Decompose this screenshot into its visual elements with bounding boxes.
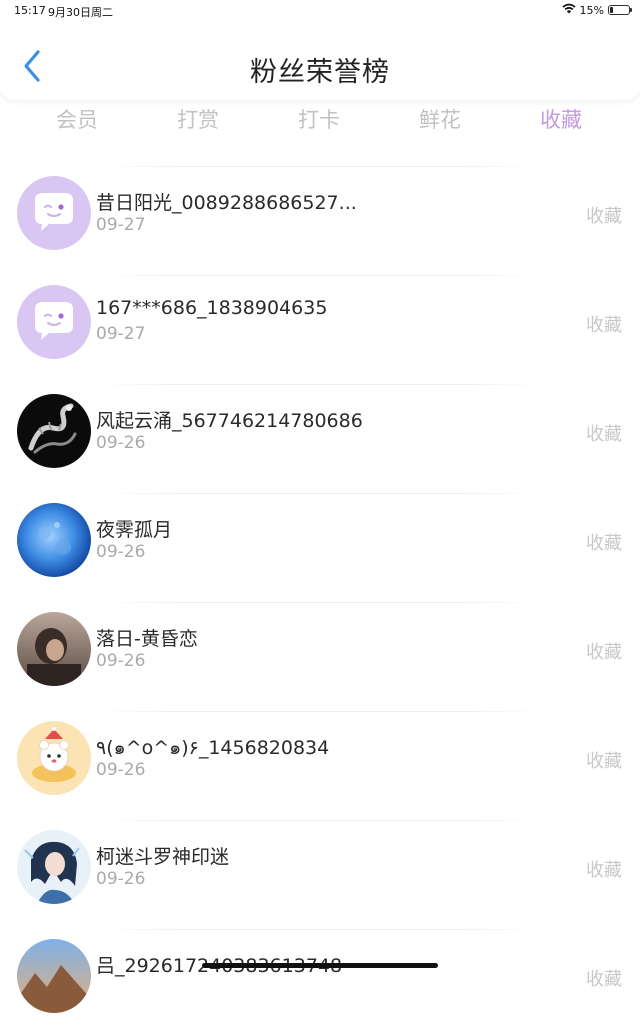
favorite-label: 收藏	[586, 424, 622, 445]
list-item[interactable]: 167***686_1838904635 09-27 收藏	[0, 267, 640, 376]
wifi-icon	[561, 3, 576, 17]
dragon-avatar	[17, 394, 91, 468]
tab-check-in[interactable]: 打卡	[259, 104, 379, 134]
status-bar: 15:17 9月30日周二 15%	[0, 0, 640, 20]
fan-date: 09-26	[96, 869, 146, 889]
list-item[interactable]: 昔日阳光_0089288686527... 09-27 收藏	[0, 158, 640, 267]
divider	[96, 929, 544, 930]
status-indicators: 15%	[561, 3, 632, 17]
fan-date: 09-27	[96, 215, 146, 235]
fan-name: 昔日阳光_0089288686527...	[96, 192, 357, 214]
fan-name: 167***686_1838904635	[96, 297, 328, 319]
divider	[96, 166, 544, 167]
page-title: 粉丝荣誉榜	[250, 57, 390, 88]
tab-membership[interactable]: 会员	[17, 104, 137, 134]
battery-level	[610, 7, 613, 13]
tab-bar: 会员 打赏 打卡 鲜花 收藏	[0, 104, 640, 144]
purple-chat-bubble-avatar	[17, 176, 91, 250]
status-date: 9月30日周二	[48, 6, 113, 19]
divider	[96, 493, 544, 494]
tab-favorites[interactable]: 收藏	[501, 104, 621, 134]
list-item[interactable]: 夜霁孤月 09-26 收藏	[0, 485, 640, 594]
tab-flowers[interactable]: 鲜花	[380, 104, 500, 134]
battery-icon	[608, 5, 632, 15]
status-time: 15:17	[14, 4, 46, 17]
fan-name: 夜霁孤月	[96, 519, 173, 541]
favorite-label: 收藏	[586, 751, 622, 772]
divider	[96, 602, 544, 603]
favorite-label: 收藏	[586, 533, 622, 554]
battery-percent: 15%	[579, 3, 604, 17]
fan-name: 柯迷斗罗神印迷	[96, 846, 230, 868]
favorite-label: 收藏	[586, 642, 622, 663]
fan-date: 09-26	[96, 433, 146, 453]
list-item[interactable]: 柯迷斗罗神印迷 09-26 收藏	[0, 812, 640, 921]
fan-name: 落日-黄昏恋	[96, 628, 198, 650]
tab-reward[interactable]: 打赏	[138, 104, 258, 134]
fan-name: 风起云涌_567746214780686	[96, 410, 363, 432]
divider	[96, 820, 544, 821]
fan-name: ٩(๑^o^๑)۶_1456820834	[96, 737, 330, 759]
cartoon-bear-avatar	[17, 721, 91, 795]
favorite-label: 收藏	[586, 969, 622, 990]
list-item[interactable]: 落日-黄昏恋 09-26 收藏	[0, 594, 640, 703]
fan-date: 09-26	[96, 651, 146, 671]
anime-character-avatar	[17, 830, 91, 904]
list-item[interactable]: 风起云涌_567746214780686 09-26 收藏	[0, 376, 640, 485]
list-item[interactable]: ٩(๑^o^๑)۶_1456820834 09-26 收藏	[0, 703, 640, 812]
photo-avatar	[17, 612, 91, 686]
header: 粉丝荣誉榜	[0, 22, 640, 100]
divider	[96, 384, 544, 385]
list-item[interactable]: 吕_292617240383613748 收藏	[0, 921, 640, 1030]
favorite-label: 收藏	[586, 315, 622, 336]
divider	[96, 275, 544, 276]
moon-avatar	[17, 503, 91, 577]
fan-date: 09-26	[96, 760, 146, 780]
divider	[96, 711, 544, 712]
favorite-label: 收藏	[586, 206, 622, 227]
home-indicator[interactable]	[202, 963, 438, 968]
fan-date: 09-26	[96, 542, 146, 562]
purple-chat-bubble-avatar	[17, 285, 91, 359]
favorite-label: 收藏	[586, 860, 622, 881]
landscape-avatar	[17, 939, 91, 1013]
fan-date: 09-27	[96, 324, 146, 344]
